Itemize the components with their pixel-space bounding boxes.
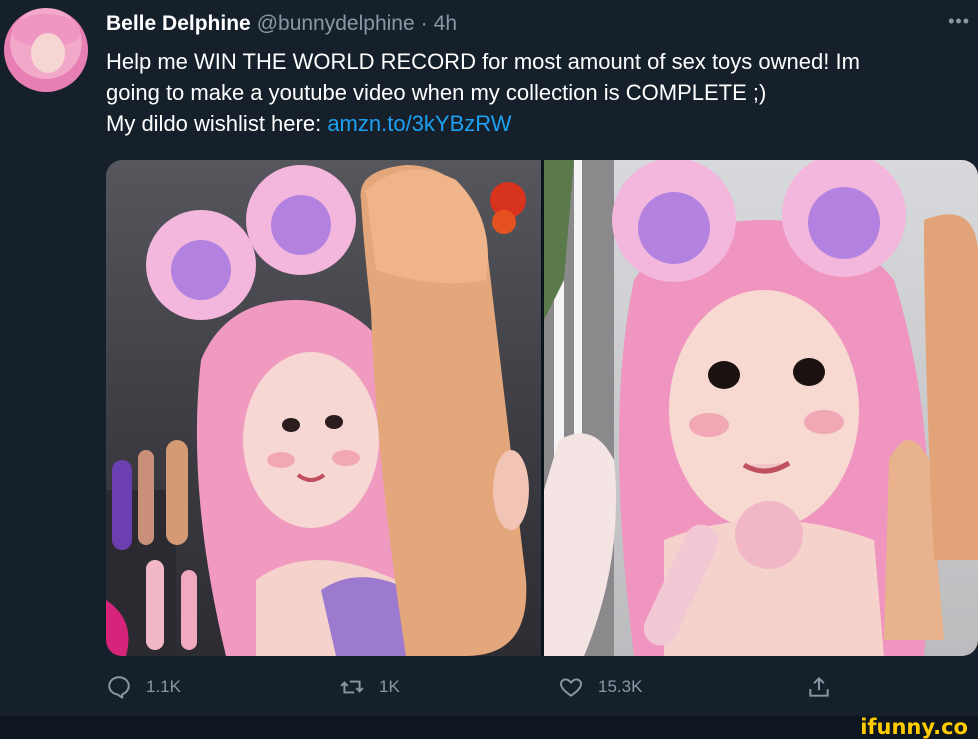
photo-left[interactable] <box>106 160 541 656</box>
tweet-text-line-1: Help me WIN THE WORLD RECORD for most am… <box>106 49 860 74</box>
reply-count: 1.1K <box>146 677 181 696</box>
wishlist-link[interactable]: amzn.to/3kYBzRW <box>327 111 511 136</box>
like-count: 15.3K <box>598 677 643 696</box>
reply-icon <box>108 676 130 699</box>
user-handle[interactable]: @bunnydelphine <box>257 12 415 36</box>
share-icon <box>809 676 829 697</box>
avatar[interactable] <box>4 8 88 92</box>
photo-right-illustration <box>543 160 978 656</box>
tweet-header: Belle Delphine @bunnydelphine · 4h <box>106 12 457 40</box>
watermark: ifunny.co <box>860 715 968 739</box>
media-grid[interactable] <box>106 160 978 656</box>
heart-icon <box>560 678 582 697</box>
retweet-count: 1K <box>379 677 400 696</box>
wishlist-prefix: My dildo wishlist here: <box>106 111 328 136</box>
tweet-text-line-2: going to make a youtube video when my co… <box>106 80 767 105</box>
reply-button[interactable]: 1.1K <box>106 674 181 700</box>
separator-dot: · <box>420 12 428 35</box>
tweet-text-line-3: My dildo wishlist here: amzn.to/3kYBzRW <box>106 108 972 139</box>
action-bar: 1.1K 1K 15.3K <box>106 674 966 708</box>
footer-bar: ifunny.co <box>0 716 978 739</box>
tweet-text: Help me WIN THE WORLD RECORD for most am… <box>106 46 972 139</box>
avatar-face <box>31 33 65 73</box>
tweet: Belle Delphine @bunnydelphine · 4h ••• H… <box>0 0 978 739</box>
more-dots-icon[interactable]: ••• <box>948 12 970 30</box>
retweet-icon <box>340 680 364 694</box>
retweet-button[interactable]: 1K <box>339 674 400 700</box>
photo-right[interactable] <box>543 160 978 656</box>
photo-left-illustration <box>106 165 529 656</box>
timestamp[interactable]: 4h <box>434 12 457 36</box>
share-button[interactable] <box>806 674 832 700</box>
display-name[interactable]: Belle Delphine <box>106 12 251 36</box>
like-button[interactable]: 15.3K <box>558 674 642 700</box>
